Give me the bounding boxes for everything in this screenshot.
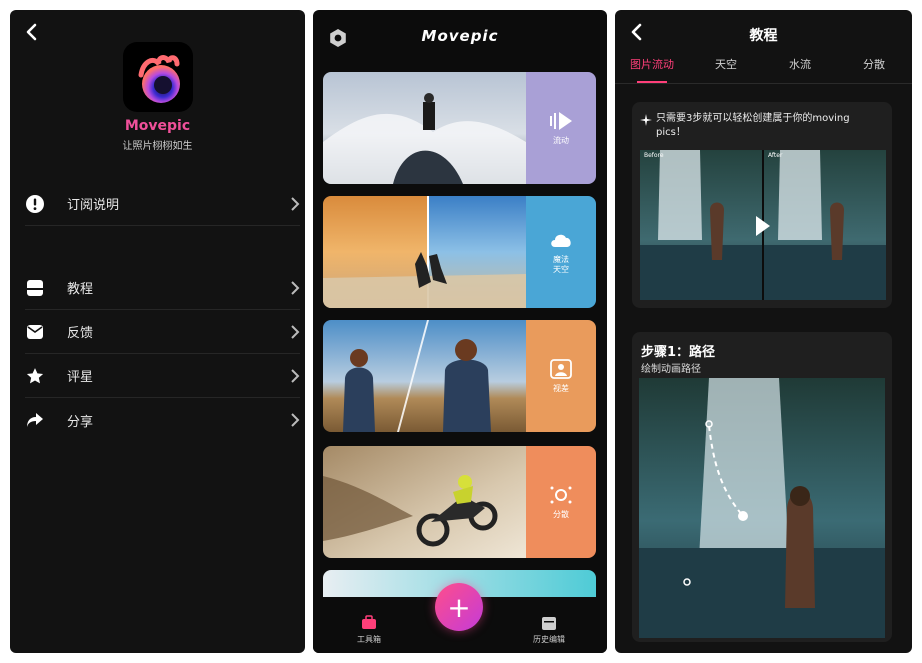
- tab-toolbox[interactable]: 工具箱: [339, 615, 399, 645]
- tab-disperse[interactable]: 分散: [837, 56, 911, 74]
- feature-card-side: 视差: [526, 320, 596, 432]
- tab-label: 历史编辑: [533, 635, 565, 644]
- cloud-icon: [551, 234, 571, 247]
- menu-item-subscription[interactable]: 订阅说明: [25, 182, 300, 226]
- page-title: 教程: [749, 28, 778, 44]
- share-icon: [25, 410, 45, 430]
- chevron-right-icon: [291, 281, 300, 295]
- flow-icon: [550, 112, 572, 130]
- back-icon[interactable]: [22, 22, 42, 42]
- sparkle-icon: [640, 114, 652, 126]
- menu-item-feedback[interactable]: 反馈: [25, 310, 300, 354]
- feature-card-sky[interactable]: 魔法 天空: [323, 196, 596, 308]
- bottom-tab-bar: 工具箱 + 历史编辑: [313, 583, 607, 653]
- menu-group-subscription: 订阅说明: [25, 182, 300, 226]
- star-icon: [25, 366, 45, 386]
- feature-card-side: 魔法 天空: [526, 196, 596, 308]
- intro-panel: 只需要3步就可以轻松创建属于你的moving pics！ Before Afte…: [632, 102, 892, 308]
- menu-item-rate[interactable]: 评星: [25, 354, 300, 398]
- menu-item-label: 评星: [67, 370, 94, 385]
- feature-card-label: 流动: [553, 136, 569, 145]
- tutorial-screen: 教程 图片流动 天空 水流 分散 只需要3步就可以轻松创建属于你的moving …: [615, 10, 912, 653]
- calendar-icon: [542, 617, 556, 630]
- step-panel: 步骤1：路径 绘制动画路径: [632, 332, 892, 642]
- feature-card-parallax[interactable]: 视差: [323, 320, 596, 432]
- after-label: After: [768, 152, 783, 159]
- intro-text: 只需要3步就可以轻松创建属于你的moving pics！: [656, 113, 850, 138]
- feature-card-label: 视差: [553, 384, 569, 393]
- motocross-photo: [323, 446, 526, 558]
- feature-card-side: 分散: [526, 446, 596, 558]
- step-subtitle: 绘制动画路径: [641, 364, 701, 375]
- tab-label: 工具箱: [357, 635, 381, 644]
- toolbox-icon: [362, 615, 376, 629]
- before-after-video[interactable]: [640, 150, 886, 300]
- menu-item-label: 教程: [67, 282, 94, 297]
- book-icon: [25, 278, 45, 298]
- sea-wave-photo: [323, 72, 526, 184]
- waterfall-photo: [639, 378, 885, 638]
- disperse-icon: [550, 486, 572, 504]
- chevron-right-icon: [291, 369, 300, 383]
- app-name: Movepic: [124, 118, 191, 134]
- chevron-right-icon: [291, 413, 300, 427]
- tab-history[interactable]: 历史编辑: [519, 615, 579, 645]
- tutorial-tabs: 图片流动 天空 水流 分散: [615, 56, 912, 84]
- menu-item-label: 订阅说明: [67, 198, 120, 213]
- feature-card-label: 魔法 天空: [553, 255, 569, 274]
- info-icon: [25, 194, 45, 214]
- chevron-right-icon: [291, 197, 300, 211]
- menu-item-label: 分享: [67, 414, 94, 430]
- settings-screen: Movepic 让照片栩栩如生 订阅说明 教程 反馈 评星 分享: [10, 10, 305, 653]
- home-header: Movepic: [313, 10, 607, 62]
- feature-card-disperse[interactable]: 分散: [323, 446, 596, 558]
- feature-card-label: 分散: [553, 510, 569, 519]
- menu-item-label: 反馈: [67, 326, 94, 341]
- app-logo: [123, 42, 193, 112]
- step-title: 步骤1：路径: [641, 345, 716, 360]
- menu-item-tutorial[interactable]: 教程: [25, 266, 300, 310]
- chevron-right-icon: [291, 325, 300, 339]
- menu-group-main: 教程 反馈 评星 分享: [25, 266, 300, 442]
- home-screen: Movepic 流动 魔法 天空 视差 分散 工具箱 + 历史编辑: [313, 10, 607, 653]
- person-field-photo: [323, 320, 526, 432]
- menu-item-share[interactable]: 分享: [25, 398, 300, 442]
- feature-card-side: 流动: [526, 72, 596, 184]
- tab-water[interactable]: 水流: [763, 56, 837, 74]
- beach-surfer-photo: [323, 196, 526, 308]
- tab-image-flow[interactable]: 图片流动: [615, 56, 689, 83]
- create-plus-button[interactable]: +: [435, 583, 483, 631]
- before-label: Before: [644, 152, 664, 159]
- app-subtitle: 让照片栩栩如生: [122, 141, 193, 152]
- mail-icon: [25, 322, 45, 342]
- person-frame-icon: [550, 359, 572, 379]
- feature-card-flow[interactable]: 流动: [323, 72, 596, 184]
- tab-sky[interactable]: 天空: [689, 56, 763, 74]
- home-title: Movepic: [421, 27, 499, 45]
